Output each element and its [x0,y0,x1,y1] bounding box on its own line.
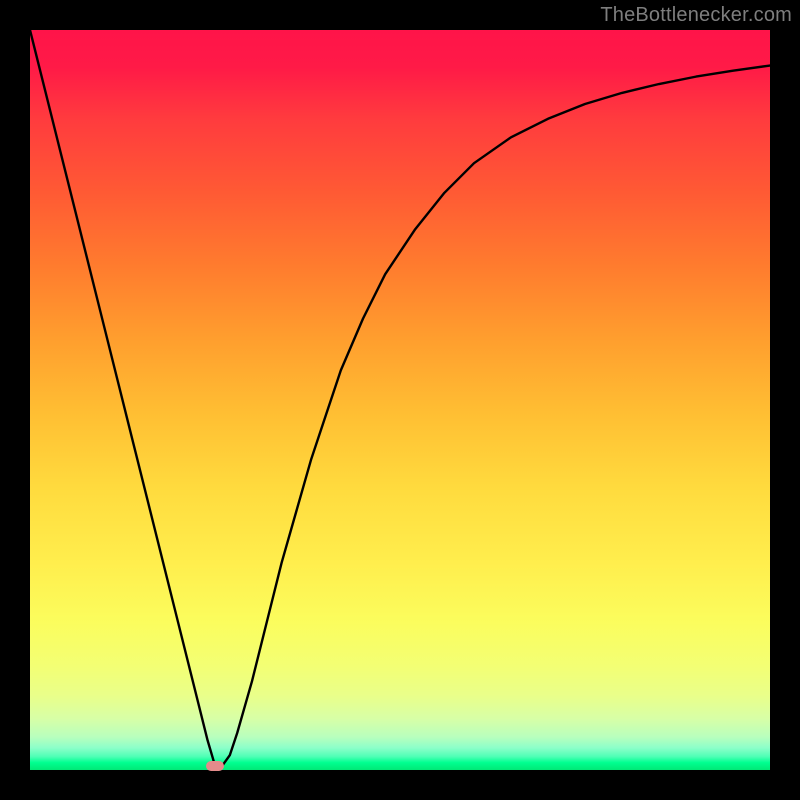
chart-frame: TheBottlenecker.com [0,0,800,800]
attribution-label: TheBottlenecker.com [600,4,792,27]
optimal-point-marker [206,761,224,771]
plot-area [30,30,770,770]
bottleneck-curve [30,30,770,770]
